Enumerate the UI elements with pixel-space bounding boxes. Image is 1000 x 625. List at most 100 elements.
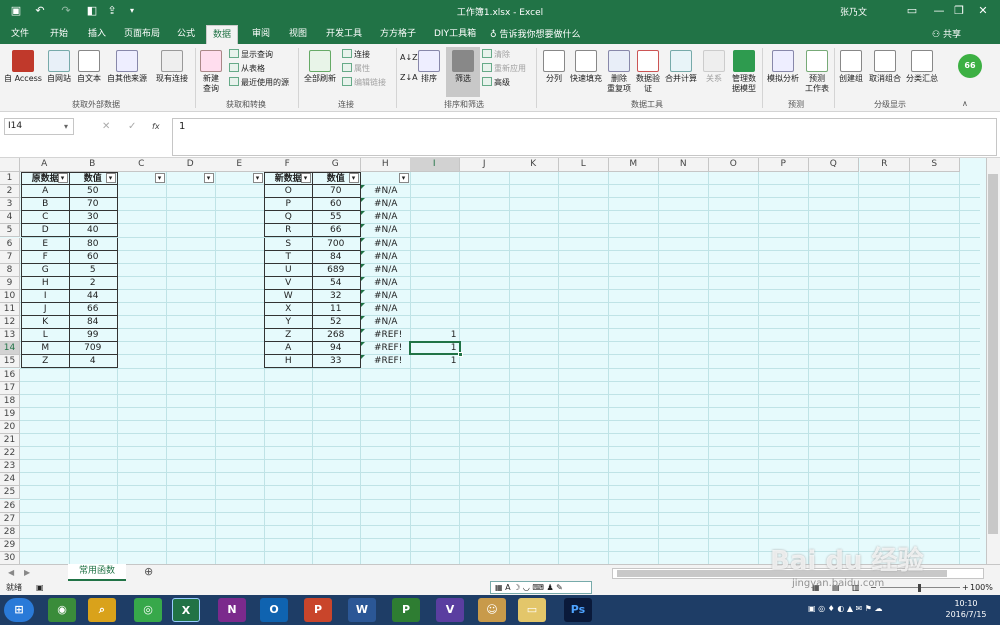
table1-cell[interactable]: 44: [69, 289, 118, 303]
column-header-g[interactable]: G: [311, 158, 361, 172]
table2-cell[interactable]: #REF!: [362, 329, 411, 342]
table1-cell[interactable]: C: [21, 211, 70, 225]
row-header[interactable]: 23: [0, 460, 20, 474]
table2-cell[interactable]: #N/A: [362, 251, 411, 264]
table2-cell[interactable]: #N/A: [362, 316, 411, 329]
row-header[interactable]: 17: [0, 381, 20, 395]
filter-dropdown-icon[interactable]: ▾: [398, 173, 409, 183]
row-header[interactable]: 13: [0, 329, 20, 343]
table2-cell[interactable]: H: [264, 355, 313, 369]
cell-value[interactable]: 1: [411, 355, 460, 368]
clear-button[interactable]: 清除: [482, 49, 510, 61]
table1-cell[interactable]: 84: [69, 316, 118, 330]
insert-function-icon[interactable]: fx: [152, 121, 160, 133]
connections-button[interactable]: 连接: [342, 49, 370, 61]
from-text-button[interactable]: 自文本: [74, 50, 104, 84]
taskbar-excel-icon[interactable]: X: [172, 598, 200, 622]
table2-cell[interactable]: #REF!: [362, 355, 411, 368]
consolidate-button[interactable]: 合并计算: [662, 50, 700, 84]
table2-cell[interactable]: #REF!: [362, 342, 411, 355]
forecast-sheet-button[interactable]: 预测 工作表: [802, 50, 832, 94]
filter-dropdown-icon[interactable]: ▾: [203, 173, 214, 183]
column-header-j[interactable]: J: [460, 158, 510, 172]
table2-cell[interactable]: Z: [264, 329, 313, 343]
table1-cell[interactable]: L: [21, 329, 70, 343]
column-header-e[interactable]: E: [215, 158, 265, 172]
row-header[interactable]: 2: [0, 185, 20, 199]
advanced-filter-button[interactable]: 高级: [482, 77, 510, 89]
table2-cell[interactable]: #N/A: [362, 185, 411, 198]
table2-cell[interactable]: 32: [312, 289, 361, 303]
table2-cell[interactable]: 689: [312, 263, 361, 277]
column-header-b[interactable]: B: [68, 158, 118, 172]
taskbar-app-icon[interactable]: ◉: [48, 598, 76, 622]
table1-cell[interactable]: E: [21, 237, 70, 251]
table2-cell[interactable]: Q: [264, 211, 313, 225]
table1-cell[interactable]: H: [21, 276, 70, 290]
table1-cell[interactable]: 5: [69, 263, 118, 277]
taskbar-word-icon[interactable]: W: [348, 598, 376, 622]
table1-cell[interactable]: K: [21, 316, 70, 330]
what-if-analysis-button[interactable]: 模拟分析: [764, 50, 802, 84]
table2-cell[interactable]: 33: [312, 355, 361, 369]
row-header[interactable]: 21: [0, 434, 20, 448]
row-header[interactable]: 29: [0, 538, 20, 552]
column-header-s[interactable]: S: [910, 158, 960, 172]
table2-cell[interactable]: X: [264, 303, 313, 316]
tray-icons[interactable]: ▣ ◎ ♦ ◐ ▲ ✉ ⚑ ☁: [808, 603, 883, 615]
table1-cell[interactable]: 709: [69, 342, 118, 356]
table2-cell[interactable]: R: [264, 224, 313, 238]
taskbar-search-icon[interactable]: ⌕: [88, 598, 116, 622]
row-header[interactable]: 8: [0, 263, 20, 277]
show-queries-button[interactable]: 显示查询: [229, 49, 273, 61]
row-header[interactable]: 3: [0, 198, 20, 212]
ime-grid-icon[interactable]: ▦ A ☽ ◡ ⌨ ♟ ✎: [495, 582, 563, 594]
row-header[interactable]: 4: [0, 211, 20, 225]
table2-cell[interactable]: O: [264, 185, 313, 199]
row-header[interactable]: 16: [0, 368, 20, 382]
tab-insert[interactable]: 插入: [82, 25, 112, 44]
table2-cell[interactable]: A: [264, 342, 313, 356]
table2-cell[interactable]: #N/A: [362, 198, 411, 211]
ungroup-button[interactable]: 取消组合: [866, 50, 904, 84]
collapse-ribbon-icon[interactable]: ∧: [962, 98, 968, 110]
enter-icon[interactable]: ✓: [128, 121, 136, 133]
row-header[interactable]: 20: [0, 420, 20, 434]
row-header[interactable]: 7: [0, 250, 20, 264]
table2-cell[interactable]: S: [264, 237, 313, 251]
table2-cell[interactable]: 94: [312, 342, 361, 356]
table2-cell[interactable]: #N/A: [362, 211, 411, 224]
recent-sources-button[interactable]: 最近使用的源: [229, 77, 289, 89]
column-header-l[interactable]: L: [559, 158, 609, 172]
table2-cell[interactable]: 66: [312, 224, 361, 238]
tab-developer[interactable]: 开发工具: [320, 25, 368, 44]
sort-za-icon[interactable]: Z↓A: [400, 72, 418, 84]
user-name[interactable]: 张乃文: [840, 5, 867, 18]
tab-data[interactable]: 数据: [206, 25, 239, 44]
table2-cell[interactable]: 54: [312, 276, 361, 290]
sort-button[interactable]: 排序: [416, 50, 442, 84]
scrollbar-thumb[interactable]: [988, 174, 998, 534]
table1-cell[interactable]: I: [21, 289, 70, 303]
table1-cell[interactable]: 60: [69, 250, 118, 264]
column-header-r[interactable]: R: [860, 158, 910, 172]
close-button[interactable]: ✕: [966, 0, 1000, 22]
column-header-n[interactable]: N: [659, 158, 709, 172]
table1-cell[interactable]: M: [21, 342, 70, 356]
table2-cell[interactable]: 84: [312, 250, 361, 264]
tab-review[interactable]: 审阅: [246, 25, 276, 44]
start-button[interactable]: ⊞: [4, 598, 34, 622]
subtotal-button[interactable]: 分类汇总: [904, 50, 940, 84]
refresh-all-button[interactable]: 全部刷新: [302, 50, 338, 84]
table2-cell[interactable]: #N/A: [362, 224, 411, 237]
table2-cell[interactable]: 268: [312, 329, 361, 343]
column-header-o[interactable]: O: [709, 158, 759, 172]
taskbar-outlook-icon[interactable]: O: [260, 598, 288, 622]
taskbar-clock[interactable]: 10:10 2016/7/15: [940, 598, 992, 620]
edit-links-button[interactable]: 编辑链接: [342, 77, 386, 89]
table2-cell[interactable]: #N/A: [362, 264, 411, 277]
row-header[interactable]: 18: [0, 394, 20, 408]
column-header-i[interactable]: I: [410, 158, 460, 172]
tab-home[interactable]: 开始: [44, 25, 74, 44]
table2-cell[interactable]: W: [264, 289, 313, 303]
